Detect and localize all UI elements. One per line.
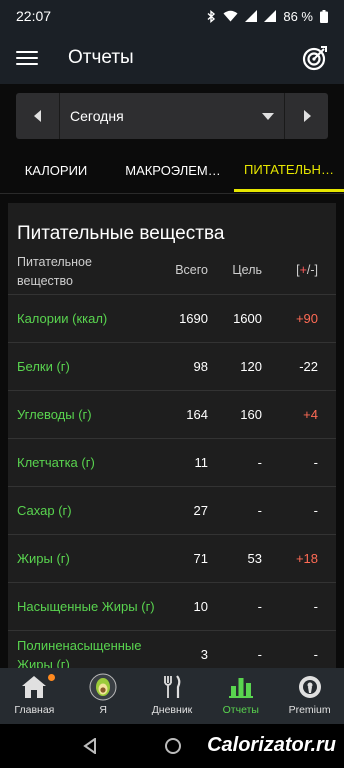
wifi-icon bbox=[223, 10, 238, 22]
nutrient-total: 1690 bbox=[179, 311, 208, 326]
date-selector: Сегодня bbox=[16, 93, 328, 139]
nutrient-goal: 160 bbox=[240, 407, 262, 422]
tab-macros[interactable]: МАКРОЭЛЕМ… bbox=[112, 150, 234, 190]
previous-day-button[interactable] bbox=[16, 93, 60, 139]
nutrient-name: Белки (г) bbox=[17, 359, 70, 374]
tab-calories[interactable]: КАЛОРИИ bbox=[0, 150, 112, 190]
nutrient-name: Углеводы (г) bbox=[17, 407, 92, 422]
nav-label: Главная bbox=[14, 704, 55, 716]
header-nutrient: Питательное вещество bbox=[17, 255, 92, 288]
table-row[interactable]: Сахар (г) 27 - - bbox=[8, 487, 336, 535]
date-value: Сегодня bbox=[70, 108, 124, 124]
nutrient-total: 10 bbox=[193, 599, 208, 614]
signal-2-icon bbox=[264, 10, 277, 22]
home-button[interactable] bbox=[165, 738, 181, 754]
nutrient-diff: +90 bbox=[295, 311, 318, 326]
nutrient-goal: - bbox=[257, 647, 262, 662]
nutrient-goal: 120 bbox=[240, 359, 262, 374]
system-nav-bar: Calorizator.ru bbox=[0, 724, 344, 768]
fork-knife-icon bbox=[158, 673, 186, 701]
nutrient-total: 98 bbox=[193, 359, 208, 374]
nutrient-goal: - bbox=[257, 455, 262, 470]
notification-dot bbox=[48, 674, 55, 681]
menu-button[interactable] bbox=[16, 48, 38, 68]
nutrients-card: Питательные вещества Питательное веществ… bbox=[8, 203, 336, 673]
app-bar: Отчеты bbox=[0, 32, 344, 84]
menu-icon-line bbox=[16, 63, 38, 65]
nutrient-name: Клетчатка (г) bbox=[17, 455, 95, 470]
table-row[interactable]: Калории (ккал) 1690 1600 +90 bbox=[8, 295, 336, 343]
nutrient-diff: +18 bbox=[295, 551, 318, 566]
nav-label: Я bbox=[99, 704, 107, 716]
date-dropdown[interactable]: Сегодня bbox=[60, 93, 284, 139]
chevron-left-icon bbox=[33, 110, 41, 122]
nav-diary[interactable]: Дневник bbox=[138, 668, 207, 724]
nutrient-total: 11 bbox=[194, 455, 209, 470]
status-time: 22:07 bbox=[16, 8, 52, 24]
nutrient-name: Жиры (г) bbox=[17, 551, 70, 566]
nutrient-total: 71 bbox=[193, 551, 208, 566]
nutrient-diff: - bbox=[313, 647, 318, 662]
table-header: Питательное вещество Всего Цель [+/-] bbox=[8, 251, 336, 295]
table-row[interactable]: Белки (г) 98 120 -22 bbox=[8, 343, 336, 391]
nutrient-name: Полиненасыщенные Жиры (г) bbox=[17, 637, 142, 672]
nutrient-diff: +4 bbox=[303, 407, 318, 422]
nav-reports[interactable]: Отчеты bbox=[206, 668, 275, 724]
bluetooth-icon bbox=[207, 9, 216, 23]
table-row[interactable]: Углеводы (г) 164 160 +4 bbox=[8, 391, 336, 439]
status-icons: 86 % bbox=[207, 9, 328, 24]
chevron-right-icon bbox=[303, 110, 311, 122]
status-bar: 22:07 86 % bbox=[0, 0, 344, 32]
bottom-nav: Главная Я Дневник Отчеты Premium bbox=[0, 668, 344, 724]
bar-chart-icon bbox=[227, 673, 255, 701]
nav-label: Premium bbox=[288, 704, 331, 716]
nutrient-goal: - bbox=[257, 503, 262, 518]
nav-premium[interactable]: Premium bbox=[275, 668, 344, 724]
nutrient-total: 3 bbox=[200, 647, 208, 662]
card-title: Питательные вещества bbox=[17, 223, 225, 244]
watermark: Calorizator.ru bbox=[207, 734, 336, 756]
header-diff-rest: /-] bbox=[306, 263, 318, 277]
nav-label: Отчеты bbox=[222, 704, 259, 716]
nutrient-name: Насыщенные Жиры (г) bbox=[17, 599, 155, 614]
battery-percent: 86 % bbox=[283, 8, 313, 24]
table-row[interactable]: Жиры (г) 71 53 +18 bbox=[8, 535, 336, 583]
menu-icon-line bbox=[16, 51, 38, 53]
next-day-button[interactable] bbox=[284, 93, 328, 139]
nutrient-diff: - bbox=[313, 599, 318, 614]
nutrient-goal: - bbox=[257, 599, 262, 614]
battery-icon bbox=[320, 9, 328, 23]
report-tabs: КАЛОРИИ МАКРОЭЛЕМ… ПИТАТЕЛЬН… bbox=[0, 150, 344, 194]
nutrient-goal: 53 bbox=[247, 551, 262, 566]
home-icon bbox=[20, 673, 48, 701]
table-row[interactable]: Насыщенные Жиры (г) 10 - - bbox=[8, 583, 336, 631]
back-icon[interactable] bbox=[83, 738, 97, 754]
dropdown-arrow-icon bbox=[262, 112, 274, 120]
nav-label: Дневник bbox=[151, 704, 193, 716]
header-goal: Цель bbox=[232, 263, 262, 277]
nutrient-name: Сахар (г) bbox=[17, 503, 72, 518]
table-row[interactable]: Клетчатка (г) 11 - - bbox=[8, 439, 336, 487]
nutrient-goal: 1600 bbox=[233, 311, 262, 326]
target-icon[interactable] bbox=[302, 45, 328, 71]
avocado-icon bbox=[89, 673, 117, 701]
nutrient-total: 27 bbox=[193, 503, 208, 518]
header-diff: [+/-] bbox=[276, 263, 318, 277]
nutrient-name: Калории (ккал) bbox=[17, 311, 108, 326]
nutrient-diff: - bbox=[313, 455, 318, 470]
page-title: Отчеты bbox=[68, 47, 134, 68]
tab-nutrients[interactable]: ПИТАТЕЛЬН… bbox=[234, 150, 344, 192]
header-total: Всего bbox=[175, 263, 208, 277]
premium-badge-icon bbox=[296, 673, 324, 701]
menu-icon-line bbox=[16, 57, 38, 59]
signal-icon bbox=[245, 10, 258, 22]
nutrient-diff: -22 bbox=[299, 359, 318, 374]
nutrient-diff: - bbox=[313, 503, 318, 518]
nutrient-total: 164 bbox=[186, 407, 208, 422]
nav-home[interactable]: Главная bbox=[0, 668, 69, 724]
nav-me[interactable]: Я bbox=[69, 668, 138, 724]
table-row[interactable]: Полиненасыщенные Жиры (г) 3 - - bbox=[8, 631, 336, 673]
header-diff-plus: + bbox=[299, 263, 307, 277]
